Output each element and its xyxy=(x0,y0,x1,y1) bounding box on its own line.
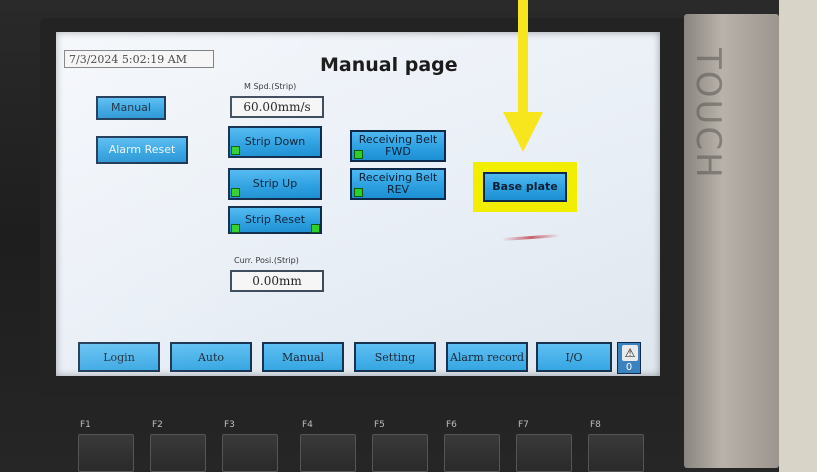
alarm-indicator[interactable]: ⚠ 0 xyxy=(617,342,641,374)
strip-down-indicator xyxy=(231,146,240,155)
position-label: Curr. Posi.(Strip) xyxy=(234,256,299,265)
nav-auto-label: Auto xyxy=(197,350,225,364)
nav-io-button[interactable]: I/O xyxy=(536,342,612,372)
strip-reset-indicator-left xyxy=(231,224,240,233)
strip-up-label: Strip Up xyxy=(252,177,298,190)
brand-label: TOUCH xyxy=(688,48,728,180)
alarm-reset-button[interactable]: Alarm Reset xyxy=(96,136,188,164)
strip-reset-label: Strip Reset xyxy=(244,213,306,226)
function-key-f3[interactable] xyxy=(222,434,278,472)
nav-alarm-record-button[interactable]: Alarm record xyxy=(446,342,528,372)
page-title: Manual page xyxy=(320,54,458,76)
receiving-rev-indicator xyxy=(354,188,363,197)
receiving-rev-line2: REV xyxy=(386,183,410,196)
strip-down-label: Strip Down xyxy=(244,135,306,148)
base-plate-button[interactable]: Base plate xyxy=(483,172,567,202)
receiving-belt-fwd-button[interactable]: Receiving Belt FWD xyxy=(350,130,446,162)
nav-alarm-record-label: Alarm record xyxy=(449,350,525,364)
fkey-label-f2: F2 xyxy=(152,420,163,430)
fkey-label-f8: F8 xyxy=(590,420,601,430)
background-wall xyxy=(779,0,817,472)
strip-up-button[interactable]: Strip Up xyxy=(228,168,322,200)
nav-manual-button[interactable]: Manual xyxy=(262,342,344,372)
receiving-fwd-indicator xyxy=(354,150,363,159)
datetime-display: 7/3/2024 5:02:19 AM xyxy=(64,50,214,68)
strip-reset-button[interactable]: Strip Reset xyxy=(228,206,322,234)
warning-triangle-icon: ⚠ xyxy=(622,345,638,361)
function-key-f5[interactable] xyxy=(372,434,428,472)
arrow-annotation xyxy=(518,0,528,118)
arrow-head xyxy=(503,112,543,152)
nav-auto-button[interactable]: Auto xyxy=(170,342,252,372)
function-key-f8[interactable] xyxy=(588,434,644,472)
fkey-label-f4: F4 xyxy=(302,420,313,430)
speed-label: M Spd.(Strip) xyxy=(244,82,297,91)
function-key-f4[interactable] xyxy=(300,434,356,472)
nav-setting-button[interactable]: Setting xyxy=(354,342,436,372)
fkey-label-f5: F5 xyxy=(374,420,385,430)
fkey-label-f7: F7 xyxy=(518,420,529,430)
fkey-label-f1: F1 xyxy=(80,420,91,430)
speed-value-field[interactable]: 60.00mm/s xyxy=(230,96,324,118)
function-key-f2[interactable] xyxy=(150,434,206,472)
fkey-label-f3: F3 xyxy=(224,420,235,430)
position-value-display: 0.00mm xyxy=(230,270,324,292)
fkey-label-f6: F6 xyxy=(446,420,457,430)
panel-frame: TOUCH 7/3/2024 5:02:19 AM Manual page Ma… xyxy=(0,0,817,472)
strip-reset-indicator-right xyxy=(311,224,320,233)
function-key-f1[interactable] xyxy=(78,434,134,472)
function-key-f7[interactable] xyxy=(516,434,572,472)
nav-login-label: Login xyxy=(103,350,135,364)
strip-down-button[interactable]: Strip Down xyxy=(228,126,322,158)
manual-mode-label: Manual xyxy=(111,101,151,114)
nav-setting-label: Setting xyxy=(374,350,416,364)
nav-io-label: I/O xyxy=(565,350,583,364)
base-plate-label: Base plate xyxy=(492,180,558,193)
manual-mode-button[interactable]: Manual xyxy=(96,96,166,120)
function-key-f6[interactable] xyxy=(444,434,500,472)
receiving-belt-rev-button[interactable]: Receiving Belt REV xyxy=(350,168,446,200)
nav-manual-label: Manual xyxy=(281,350,325,364)
strip-up-indicator xyxy=(231,188,240,197)
receiving-fwd-line2: FWD xyxy=(385,145,411,158)
nav-login-button[interactable]: Login xyxy=(78,342,160,372)
alarm-reset-label: Alarm Reset xyxy=(108,143,176,156)
alarm-count: 0 xyxy=(625,362,633,373)
